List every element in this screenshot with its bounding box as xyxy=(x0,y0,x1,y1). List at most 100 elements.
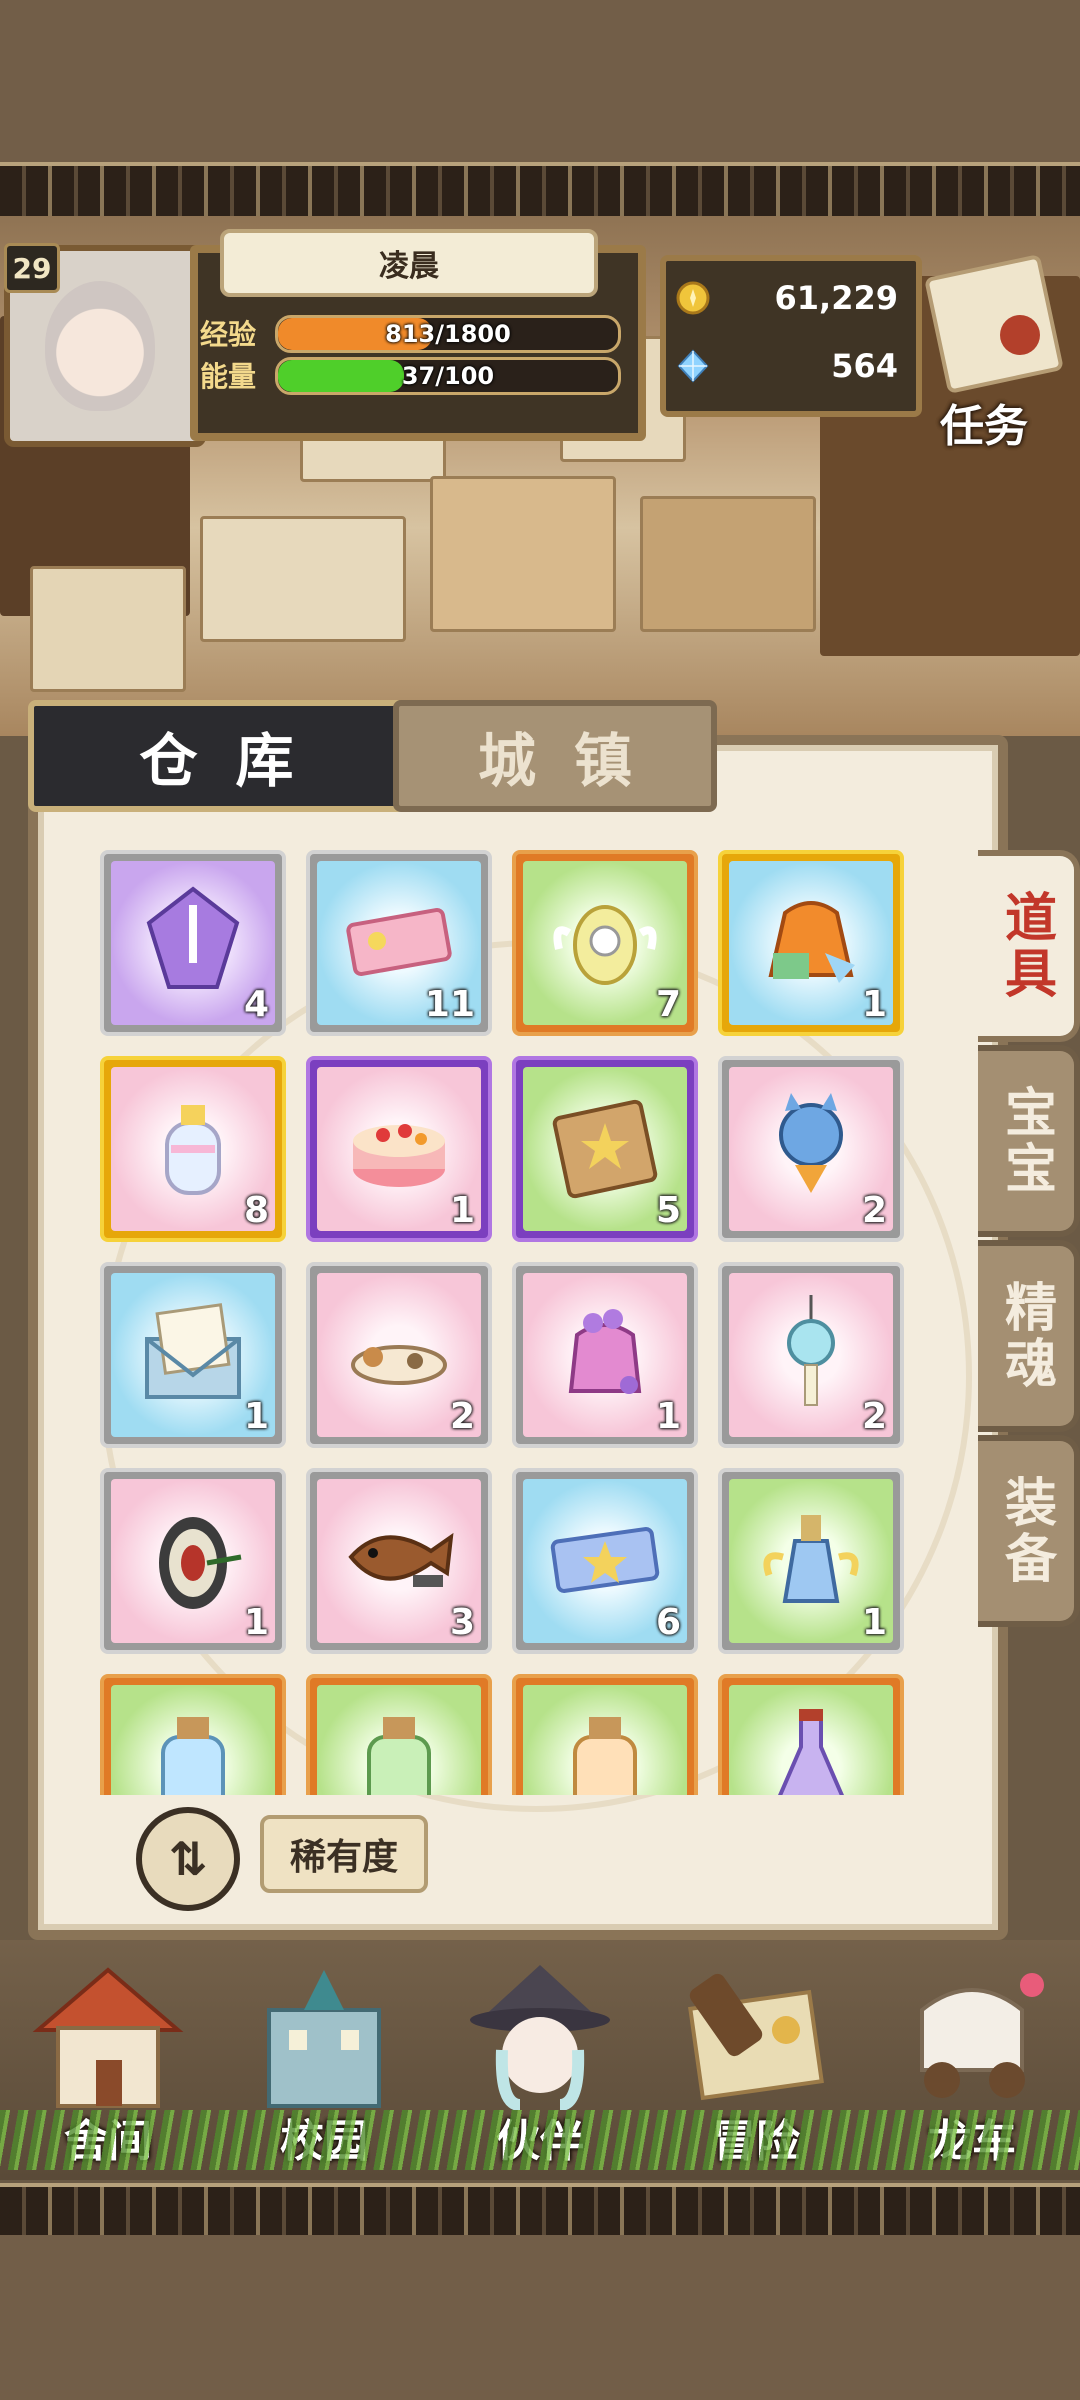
player-name: 凌晨 xyxy=(220,229,598,297)
side-tab-items-label: 道具 xyxy=(995,890,1056,1002)
inventory-slot-background: 1 xyxy=(729,1479,893,1643)
quest-scroll-icon xyxy=(924,254,1064,394)
inventory-slot-background: 1 xyxy=(523,1273,687,1437)
treasure-map-icon xyxy=(688,1973,824,2101)
witch-companion-icon xyxy=(470,1965,610,2110)
wax-seal-icon xyxy=(1000,315,1040,355)
dragon-carriage-icon xyxy=(920,1973,1044,2098)
energy-bar: 37/100 xyxy=(275,357,621,395)
pink-ticket-icon xyxy=(346,907,452,977)
inventory-slot-background xyxy=(729,1685,893,1795)
inventory-slot[interactable]: 1 xyxy=(718,1468,904,1654)
fruit-cake-icon xyxy=(353,1124,445,1187)
top-pattern-strip xyxy=(0,162,1080,220)
inventory-slot-background: 2 xyxy=(729,1273,893,1437)
currency-panel: 61,229 564 xyxy=(660,255,922,417)
inventory-slot[interactable]: 2 xyxy=(718,1056,904,1242)
gem-amount: 564 xyxy=(831,347,898,385)
tab-town-label: 城镇 xyxy=(477,727,670,795)
side-tab-pets-label: 宝宝 xyxy=(995,1085,1056,1197)
inventory-slot-background: 2 xyxy=(729,1067,893,1231)
item-count: 2 xyxy=(861,1396,887,1437)
side-tab-equipment[interactable]: 装备 xyxy=(978,1435,1080,1627)
inventory-slot[interactable]: 1 xyxy=(718,850,904,1036)
player-hud: 29 凌晨 经验 813/1800 能量 37/100 61,229 564 任… xyxy=(0,229,1080,452)
inventory-slot-background: 8 xyxy=(111,1067,275,1231)
star-book-icon xyxy=(552,1099,658,1199)
inventory-slot[interactable]: 8 xyxy=(100,1056,286,1242)
tab-warehouse[interactable]: 仓库 xyxy=(28,700,405,812)
inventory-slot-background xyxy=(111,1685,275,1795)
house-icon xyxy=(32,1967,184,2108)
inventory-slot[interactable]: 7 xyxy=(512,850,698,1036)
item-count: 1 xyxy=(861,984,887,1025)
inventory-slot[interactable]: 2 xyxy=(718,1262,904,1448)
side-tab-spirits-label: 精魂 xyxy=(995,1280,1056,1392)
item-count: 8 xyxy=(243,1190,269,1231)
inventory-slot[interactable] xyxy=(512,1674,698,1795)
item-count: 1 xyxy=(243,1602,269,1643)
diamond-icon xyxy=(677,349,709,383)
tab-warehouse-label: 仓库 xyxy=(139,727,332,795)
item-grid[interactable]: 4 11 7 1 8 1 5 2 1 2 1 2 1 3 6 1 xyxy=(100,850,920,1795)
inventory-slot-background: 1 xyxy=(729,861,893,1025)
item-count: 7 xyxy=(655,984,681,1025)
inventory-slot-background: 3 xyxy=(317,1479,481,1643)
inventory-slot[interactable]: 5 xyxy=(512,1056,698,1242)
inventory-slot-background: 4 xyxy=(111,861,275,1025)
inventory-slot[interactable]: 1 xyxy=(512,1262,698,1448)
side-tab-equipment-label: 装备 xyxy=(995,1475,1056,1587)
item-count: 3 xyxy=(449,1602,475,1643)
inventory-slot-background xyxy=(317,1685,481,1795)
task-button[interactable]: 任务 xyxy=(905,254,1075,452)
gold-coin-icon xyxy=(676,281,710,315)
lucky-bag-icon xyxy=(768,901,855,983)
exp-label: 经验 xyxy=(200,318,257,351)
level-badge: 29 xyxy=(4,243,60,293)
dartboard-icon xyxy=(159,1517,242,1609)
sort-toggle-button[interactable]: ⇅ xyxy=(136,1807,240,1911)
inventory-slot[interactable]: 1 xyxy=(100,1262,286,1448)
inventory-slot-background: 11 xyxy=(317,861,481,1025)
bottom-pattern-strip xyxy=(0,2183,1080,2241)
flower-pouch-icon xyxy=(568,1309,642,1394)
rarity-sort-button[interactable]: 稀有度 xyxy=(260,1815,428,1893)
winged-potion-icon xyxy=(763,1515,859,1603)
grass-decoration xyxy=(0,2110,1080,2170)
inventory-slot-background: 1 xyxy=(317,1067,481,1231)
item-count: 11 xyxy=(424,984,475,1025)
inventory-slot[interactable]: 4 xyxy=(100,850,286,1036)
item-count: 6 xyxy=(655,1602,681,1643)
inventory-slot-background: 1 xyxy=(111,1273,275,1437)
side-tab-pets[interactable]: 宝宝 xyxy=(978,1045,1080,1237)
blue-star-ticket-icon xyxy=(550,1527,660,1593)
inventory-slot[interactable] xyxy=(100,1674,286,1795)
gold-amount: 61,229 xyxy=(774,279,898,317)
tab-town[interactable]: 城镇 xyxy=(393,700,717,812)
inventory-slot[interactable]: 1 xyxy=(100,1468,286,1654)
inventory-slot[interactable] xyxy=(306,1674,492,1795)
inventory-slot[interactable]: 11 xyxy=(306,850,492,1036)
top-border-band xyxy=(0,0,1080,165)
inventory-slot[interactable]: 3 xyxy=(306,1468,492,1654)
inventory-slot-background: 7 xyxy=(523,861,687,1025)
inventory-slot[interactable]: 2 xyxy=(306,1262,492,1448)
orange-potion-jar-icon xyxy=(573,1717,637,1795)
side-tab-items[interactable]: 道具 xyxy=(978,850,1080,1042)
bottom-border-band xyxy=(0,2235,1080,2400)
item-count: 1 xyxy=(861,1602,887,1643)
exp-bar: 813/1800 xyxy=(275,315,621,353)
inventory-slot[interactable]: 1 xyxy=(306,1056,492,1242)
energy-label: 能量 xyxy=(200,360,257,393)
letter-envelope-icon xyxy=(145,1303,241,1399)
green-potion-jar-icon xyxy=(367,1717,431,1795)
cat-plush-icon xyxy=(779,1093,843,1193)
task-label: 任务 xyxy=(940,401,1028,452)
side-tab-spirits[interactable]: 精魂 xyxy=(978,1240,1080,1432)
inventory-slot-background: 5 xyxy=(523,1067,687,1231)
inventory-slot[interactable] xyxy=(718,1674,904,1795)
inventory-slot[interactable]: 6 xyxy=(512,1468,698,1654)
school-icon xyxy=(267,1970,381,2108)
item-count: 1 xyxy=(655,1396,681,1437)
sleeping-cat-icon xyxy=(351,1345,447,1385)
